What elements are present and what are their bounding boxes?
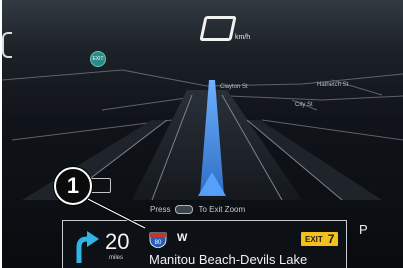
callout-number-badge: 1 <box>54 167 92 205</box>
callout-leader-line <box>79 193 146 230</box>
